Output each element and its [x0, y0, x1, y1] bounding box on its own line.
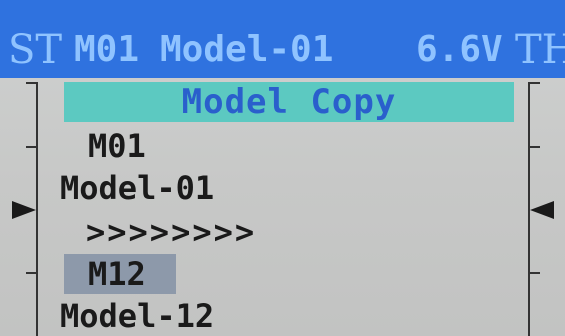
trim-tick — [26, 272, 38, 274]
current-model-name: Model-01 — [160, 29, 334, 70]
source-model-id[interactable]: M01 — [88, 126, 146, 166]
steering-channel-label: ST — [8, 27, 63, 73]
throttle-trim-gauge — [520, 82, 556, 336]
source-model-name: Model-01 — [60, 169, 215, 207]
trim-tick — [26, 146, 38, 148]
target-model-name: Model-12 — [60, 297, 215, 335]
lcd-screen: ST M01 Model-01 6.6V TH Model Copy M01 M… — [0, 0, 565, 336]
steering-trim-gauge — [12, 82, 48, 336]
trim-tick — [528, 272, 540, 274]
target-model-id-selected[interactable]: M12 — [64, 254, 176, 294]
throttle-channel-label: TH — [515, 27, 565, 73]
battery-voltage: 6.6V — [416, 29, 503, 70]
trim-tick — [528, 146, 540, 148]
trim-tick — [528, 82, 540, 84]
triangle-right-icon — [12, 201, 36, 219]
status-bar: ST M01 Model-01 6.6V TH — [0, 0, 565, 78]
trim-tick — [26, 82, 38, 84]
copy-direction-arrows: >>>>>>>> — [86, 213, 257, 251]
current-model-id: M01 — [74, 29, 140, 70]
menu-title: Model Copy — [64, 82, 514, 122]
triangle-left-icon — [530, 201, 554, 219]
trim-rail — [36, 82, 38, 336]
